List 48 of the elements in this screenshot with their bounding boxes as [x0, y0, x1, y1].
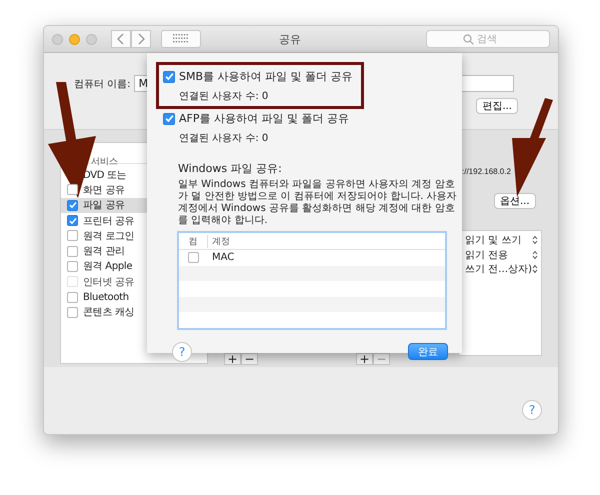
add-button[interactable]: + — [356, 353, 373, 365]
search-icon — [463, 34, 474, 44]
forward-button[interactable] — [131, 30, 151, 48]
address-text: ://192.168.0.2 — [462, 167, 511, 176]
checkbox[interactable] — [67, 246, 78, 257]
section-title: Windows 파일 공유: — [178, 161, 283, 176]
column-header: 계정 — [207, 234, 230, 248]
checkbox[interactable] — [67, 306, 78, 318]
close-button[interactable] — [52, 34, 63, 44]
permission-popup[interactable]: 쓰기 전…상자) — [465, 262, 532, 276]
back-button[interactable] — [111, 30, 131, 48]
updown-icon — [532, 250, 538, 260]
checkbox[interactable] — [67, 200, 78, 211]
checkbox[interactable] — [67, 230, 78, 242]
minimize-button[interactable] — [69, 34, 80, 44]
checkbox[interactable] — [163, 70, 175, 82]
updown-icon — [532, 264, 538, 274]
chevron-left-icon — [117, 33, 125, 45]
search-field[interactable]: 검색 — [426, 30, 550, 48]
remove-button[interactable]: − — [241, 353, 258, 365]
add-button[interactable]: + — [224, 353, 241, 365]
column-header: 서비스 — [91, 157, 118, 167]
checkbox[interactable] — [67, 260, 78, 272]
window-title: 공유 — [279, 32, 301, 47]
options-button[interactable]: 옵션... — [494, 193, 536, 209]
search-input[interactable]: 검색 — [477, 34, 513, 44]
checkbox[interactable] — [163, 112, 175, 124]
updown-icon — [532, 235, 538, 246]
checkbox[interactable] — [67, 184, 78, 196]
show-all-button[interactable] — [161, 30, 201, 48]
table-cell-text: MAC — [211, 252, 234, 264]
computer-name-label: 컴퓨터 이름: — [74, 78, 131, 90]
checkbox[interactable] — [67, 215, 78, 226]
zoom-button[interactable] — [86, 34, 97, 44]
checkbox-label[interactable]: SMB를 사용하여 파일 및 폴더 공유 — [179, 69, 353, 84]
checkbox[interactable] — [188, 252, 198, 264]
grid-icon — [173, 34, 189, 44]
checkmark-icon — [164, 114, 174, 123]
checkbox[interactable] — [67, 292, 78, 303]
checkbox-label[interactable]: AFP를 사용하여 파일 및 폴더 공유 — [179, 111, 349, 126]
column-header: 컴 — [188, 236, 198, 248]
connected-users-text: 연결된 사용자 수: 0 — [179, 132, 270, 145]
checkmark-icon — [164, 72, 174, 81]
connected-users-text: 연결된 사용자 수: 0 — [179, 90, 270, 103]
chevron-right-icon — [137, 33, 145, 45]
permission-popup[interactable]: 읽기 전용 — [465, 248, 508, 262]
edit-button[interactable]: 편집... — [476, 98, 518, 114]
permission-popup[interactable]: 읽기 및 쓰기 — [465, 233, 522, 248]
